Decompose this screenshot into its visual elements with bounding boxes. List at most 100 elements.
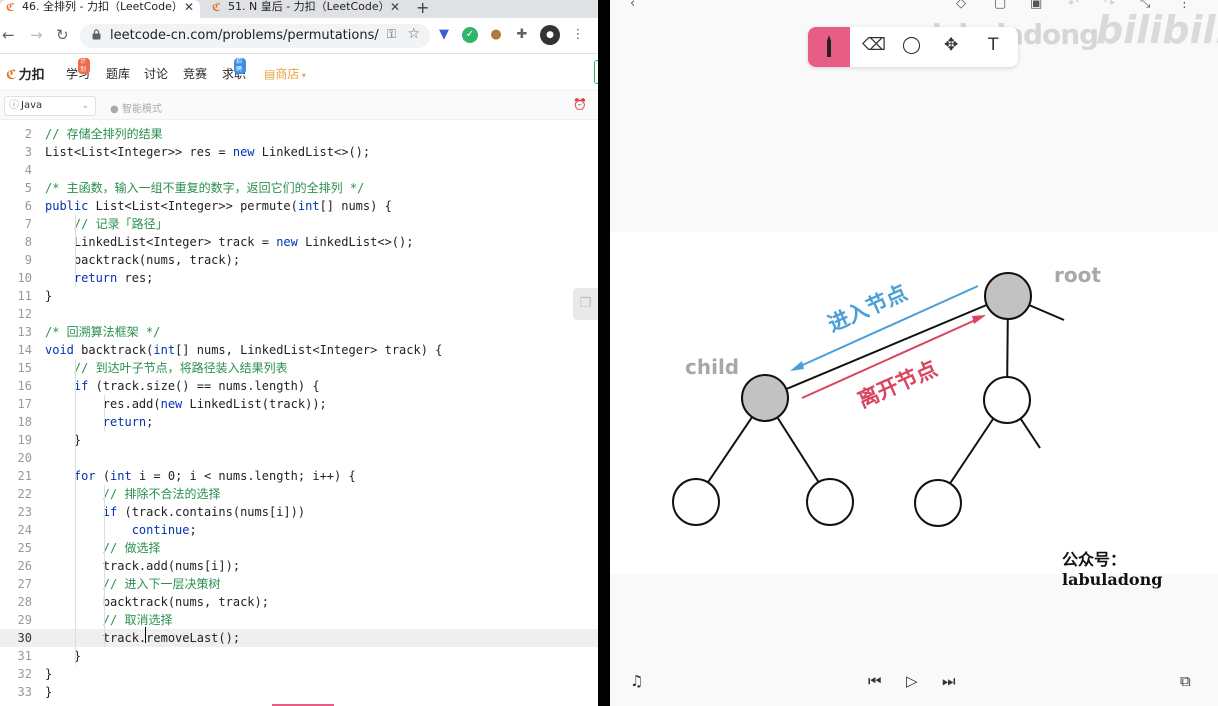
code-line[interactable]: 19 } <box>0 431 598 449</box>
pen-tool[interactable] <box>808 27 850 67</box>
skip-back-icon[interactable]: ⏮ <box>868 672 882 690</box>
tab-n-queens[interactable]: ℭ 51. N 皇后 - 力扣（LeetCode） ✕ <box>206 0 406 18</box>
code-line[interactable]: 29 // 取消选择 <box>0 611 598 629</box>
nav-problems[interactable]: 题库 <box>106 65 130 82</box>
copy-code-icon[interactable]: ❐ <box>573 288 598 320</box>
text-tool-icon[interactable]: T <box>988 35 998 55</box>
code-line[interactable]: 9 backtrack(nums, track); <box>0 251 598 269</box>
code-line[interactable]: 10 return res; <box>0 269 598 287</box>
code-line[interactable]: 4 <box>0 161 598 179</box>
close-tab-icon[interactable]: ✕ <box>390 0 400 14</box>
nav-study[interactable]: 学习 计划 <box>66 58 91 82</box>
code-line[interactable]: 2 // 存储全排列的结果 <box>0 125 598 143</box>
code-line[interactable]: 28 backtrack(nums, track); <box>0 593 598 611</box>
nav-discuss[interactable]: 讨论 <box>144 65 168 82</box>
code-line[interactable]: 27 // 进入下一层决策树 <box>0 575 598 593</box>
code-line[interactable]: 17 res.add(new LinkedList(track)); <box>0 395 598 413</box>
code-line[interactable]: 31 } <box>0 647 598 665</box>
line-number: 3 <box>24 145 32 159</box>
close-tab-icon[interactable]: ✕ <box>184 0 194 14</box>
vpn-extension-icon[interactable]: ▼ <box>436 27 452 43</box>
bookmark-star-icon[interactable]: ☆ <box>407 26 420 42</box>
code-line[interactable]: 30 track.removeLast(); <box>0 629 598 647</box>
line-number: 12 <box>17 307 32 321</box>
nav-store[interactable]: ▤商店 ▾ <box>264 65 306 82</box>
line-number: 24 <box>17 523 32 537</box>
code-line[interactable]: 32} <box>0 665 598 683</box>
code-line[interactable]: 20 <box>0 449 598 467</box>
back-icon[interactable]: ← <box>2 26 15 44</box>
new-tab-icon[interactable]: + <box>416 0 429 17</box>
line-number: 15 <box>17 361 32 375</box>
code-editor[interactable]: 2 // 存储全排列的结果 3 List<List<Integer>> res = n… <box>0 125 598 706</box>
tab-permutations[interactable]: ℭ 46. 全排列 - 力扣（LeetCode） ✕ <box>0 0 200 18</box>
cookie-extension-icon[interactable]: ● <box>488 27 504 43</box>
line-number: 27 <box>17 577 32 591</box>
music-icon[interactable]: ♫ <box>630 672 643 690</box>
code-line[interactable]: 24 continue; <box>0 521 598 539</box>
sign-in-button[interactable] <box>594 60 598 84</box>
nav-jobs[interactable]: 求职 招聘 <box>222 58 247 82</box>
code-line[interactable]: 11} <box>0 287 598 305</box>
code-line[interactable]: 23 if (track.contains(nums[i])) <box>0 503 598 521</box>
code-text: backtrack(nums, track); <box>45 595 269 609</box>
layers-icon[interactable]: ▣ <box>1030 0 1042 11</box>
site-settings-icon[interactable]: ⚿ <box>387 27 396 42</box>
line-number: 4 <box>24 163 32 177</box>
code-line[interactable]: 7 // 记录「路径」 <box>0 215 598 233</box>
forward-icon[interactable]: → <box>30 26 43 44</box>
undo-icon[interactable]: ↶ <box>1068 0 1079 11</box>
code-line[interactable]: 22 // 排除不合法的选择 <box>0 485 598 503</box>
crop-icon[interactable]: ▢ <box>994 0 1006 11</box>
enter-node-label: 进入节点 <box>824 280 910 336</box>
code-line[interactable]: 12 <box>0 305 598 323</box>
ruler-icon[interactable]: ◇ <box>956 0 966 11</box>
url-text: leetcode-cn.com/problems/permutations/ <box>110 28 379 43</box>
indent-guide <box>75 359 76 665</box>
extensions-puzzle-icon[interactable]: ✚ <box>514 27 530 43</box>
leaf-node <box>806 478 854 526</box>
code-line[interactable]: 13 /* 回溯算法框架 */ <box>0 323 598 341</box>
line-number: 14 <box>17 343 32 357</box>
code-line[interactable]: 15 // 到达叶子节点，将路径装入结果列表 <box>0 359 598 377</box>
jobs-badge: 招聘 <box>234 58 247 74</box>
eraser-icon[interactable]: ⌫ <box>862 35 886 55</box>
address-bar[interactable]: leetcode-cn.com/problems/permutations/ ⚿… <box>80 24 430 48</box>
code-line[interactable]: 25 // 做选择 <box>0 539 598 557</box>
reload-icon[interactable]: ↻ <box>56 26 69 44</box>
code-line[interactable]: 14 void backtrack(int[] nums, LinkedList<… <box>0 341 598 359</box>
nav-contest[interactable]: 竞赛 <box>183 65 207 82</box>
code-line[interactable]: 6 public List<List<Integer>> permute(int[… <box>0 197 598 215</box>
code-line[interactable]: 16 if (track.size() == nums.length) { <box>0 377 598 395</box>
code-line[interactable]: 5 /* 主函数，输入一组不重复的数字，返回它们的全排列 */ <box>0 179 598 197</box>
chevron-down-icon: ▾ <box>299 71 306 80</box>
playback-controls: ♫ ⏮ ▷ ⏭ ⧉ <box>610 662 1218 702</box>
code-text: // 存储全排列的结果 <box>45 127 163 141</box>
code-line[interactable]: 33} <box>0 683 598 701</box>
code-text: // 记录「路径」 <box>45 217 168 231</box>
grammar-extension-icon[interactable]: ✓ <box>462 27 478 43</box>
shape-icon[interactable]: ✥ <box>944 35 958 55</box>
code-line[interactable]: 3 List<List<Integer>> res = new LinkedLis… <box>0 143 598 161</box>
profile-avatar[interactable]: ● <box>540 25 560 45</box>
skip-forward-icon[interactable]: ⏭ <box>942 672 956 690</box>
code-line[interactable]: 18 return; <box>0 413 598 431</box>
cast-icon[interactable]: ⧉ <box>1180 672 1191 690</box>
leetcode-logo-icon: ℭ <box>6 68 17 83</box>
lasso-icon[interactable]: ◯ <box>902 35 921 55</box>
code-text: public List<List<Integer>> permute(int[]… <box>45 199 392 213</box>
line-number: 21 <box>17 469 32 483</box>
code-line[interactable]: 8 LinkedList<Integer> track = new Linked… <box>0 233 598 251</box>
code-line[interactable]: 26 track.add(nums[i]); <box>0 557 598 575</box>
language-select[interactable]: ⓘ Java ⌄ <box>4 96 96 116</box>
play-icon[interactable]: ▷ <box>906 672 918 690</box>
leetcode-logo[interactable]: ℭ 力扣 <box>6 64 45 83</box>
browser-menu-icon[interactable]: ⋮ <box>570 27 586 43</box>
bilibili-logo: bilibili <box>1096 8 1218 52</box>
code-line[interactable]: 21 for (int i = 0; i < nums.length; i++)… <box>0 467 598 485</box>
lock-icon <box>92 29 101 40</box>
back-chevron-icon[interactable]: ‹ <box>630 0 635 11</box>
smart-mode-toggle[interactable]: ● 智能模式 <box>110 100 162 115</box>
indent-guide <box>104 485 105 647</box>
alarm-clock-icon[interactable]: ⏰ <box>573 98 587 111</box>
